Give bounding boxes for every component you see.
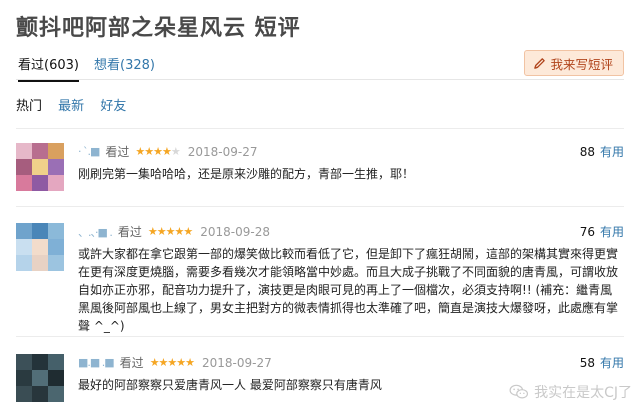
divider xyxy=(16,206,624,207)
review-meta: 、.、·■ . 看过 ★★★★★ 2018-09-28 xyxy=(78,223,270,240)
rating-stars: ★★★★★ xyxy=(135,145,180,158)
pencil-icon xyxy=(534,57,546,69)
tab-watched[interactable]: 看过(603) xyxy=(18,54,79,82)
review-meta: ■.■ .■ 看过 ★★★★★ 2018-09-27 xyxy=(78,354,272,371)
review-content: 或許大家都在拿它跟第一部的爆笑做比較而看低了它，但是卸下了瘋狂胡鬧，這部的架構其… xyxy=(78,247,619,333)
review-username[interactable]: · `.■ xyxy=(78,145,100,158)
avatar[interactable] xyxy=(16,354,64,402)
review-content: 刚刷完第一集哈哈哈，还是原来沙雕的配方，青部一生推，耶！ xyxy=(78,167,415,181)
review-username[interactable]: ■.■ .■ xyxy=(78,356,115,369)
sort-friends[interactable]: 好友 xyxy=(100,99,126,114)
divider xyxy=(16,128,624,129)
review-votes: 76 有用 xyxy=(580,223,624,240)
page-title: 颤抖吧阿部之朵星风云 短评 xyxy=(16,16,301,41)
review-votes: 88 有用 xyxy=(580,143,624,160)
vote-count: 88 xyxy=(579,145,595,159)
review-date: 2018-09-27 xyxy=(187,144,258,159)
review-votes: 58 有用 xyxy=(580,354,624,371)
sort-hot[interactable]: 热门 xyxy=(16,99,42,114)
watermark-text: 我实在是太CJ了 xyxy=(534,385,632,401)
vote-count: 58 xyxy=(579,356,595,370)
avatar[interactable] xyxy=(16,143,64,191)
review-username[interactable]: 、.、·■ . xyxy=(78,224,113,240)
divider xyxy=(16,336,624,337)
vote-count: 76 xyxy=(579,225,595,239)
review-status: 看过 xyxy=(117,225,142,239)
useful-button[interactable]: 有用 xyxy=(600,225,624,239)
review-date: 2018-09-28 xyxy=(200,224,270,239)
sort-tabs: 热门 最新 好友 xyxy=(16,95,138,114)
useful-button[interactable]: 有用 xyxy=(600,356,624,370)
write-review-button[interactable]: 我来写短评 xyxy=(524,50,624,76)
avatar[interactable] xyxy=(16,223,64,271)
review-date: 2018-09-27 xyxy=(202,355,272,370)
review-status: 看过 xyxy=(105,145,130,159)
wechat-icon xyxy=(509,384,529,399)
sort-latest[interactable]: 最新 xyxy=(58,99,84,114)
watermark: 我实在是太CJ了 xyxy=(509,382,632,402)
review-status: 看过 xyxy=(119,356,144,370)
useful-button[interactable]: 有用 xyxy=(600,145,624,159)
review-meta: · `.■ 看过 ★★★★★ 2018-09-27 xyxy=(78,143,257,160)
rating-stars: ★★★★★ xyxy=(147,225,193,238)
write-review-label: 我来写短评 xyxy=(550,56,613,72)
rating-stars: ★★★★★ xyxy=(149,356,195,369)
tab-want-to-watch[interactable]: 想看(328) xyxy=(94,54,155,73)
